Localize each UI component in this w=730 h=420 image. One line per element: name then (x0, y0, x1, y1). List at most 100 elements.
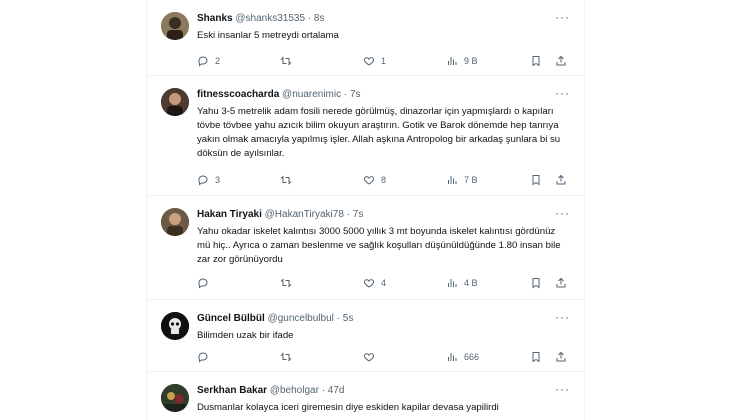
retweet-icon (280, 278, 292, 288)
author-name[interactable]: Shanks (197, 13, 233, 24)
bookmark-icon (532, 56, 540, 67)
views-button[interactable]: 666 (446, 349, 479, 365)
reply-icon (198, 175, 208, 186)
share-icon (556, 277, 566, 288)
tweet-header: Hakan Tiryaki @HakanTiryaki78 · 7s (197, 208, 363, 222)
author-name[interactable]: Hakan Tiryaki (197, 209, 262, 220)
reply-icon (198, 352, 208, 363)
like-button[interactable]: 1 (363, 53, 386, 69)
tweet-item[interactable]: fitnesscoacharda @nuarenimic · 7s ··· Ya… (147, 76, 584, 196)
views-icon (448, 57, 457, 65)
like-count: 4 (381, 278, 387, 288)
tweet-item[interactable]: Hakan Tiryaki @HakanTiryaki78 · 7s ··· Y… (147, 196, 584, 300)
tweet-header: fitnesscoacharda @nuarenimic · 7s (197, 88, 361, 102)
avatar[interactable] (161, 384, 189, 412)
views-count: 4 B (464, 278, 478, 288)
retweet-button[interactable] (280, 172, 298, 188)
avatar[interactable] (161, 12, 189, 40)
more-dots-icon[interactable]: ··· (555, 382, 570, 396)
tweet-time[interactable]: · 8s (308, 13, 325, 24)
reply-icon (198, 278, 208, 289)
share-icon (556, 174, 566, 185)
heart-icon (363, 279, 375, 288)
tweet-text: Bilimden uzak bir ifade (197, 330, 294, 341)
tweet-text: Yahu 3-5 metrelik adam fosili nerede gör… (197, 106, 561, 159)
share-button[interactable] (555, 275, 567, 291)
tweet-time[interactable]: · 7s (344, 89, 361, 100)
tweet-item[interactable]: Serkhan Bakar @beholgar · 47d ··· Dusman… (147, 372, 584, 420)
bookmark-button[interactable] (530, 275, 542, 291)
heart-icon (363, 176, 375, 185)
like-count: 8 (381, 175, 387, 185)
like-button[interactable] (363, 349, 381, 365)
tweet-time[interactable]: · 7s (347, 209, 364, 220)
tweet-text: Dusmanlar kolayca iceri giremesin diye e… (197, 402, 499, 413)
views-button[interactable]: 9 B (446, 53, 478, 69)
bookmark-icon (532, 175, 540, 186)
avatar[interactable] (161, 88, 189, 116)
views-icon (448, 279, 457, 287)
reply-count: 2 (215, 56, 221, 66)
more-dots-icon[interactable]: ··· (555, 310, 570, 324)
tweet-header: Shanks @shanks31535 · 8s (197, 12, 324, 26)
reply-button[interactable] (197, 275, 215, 291)
tweet-item[interactable]: Güncel Bülbül @guncelbulbul · 5s ··· Bil… (147, 300, 584, 372)
like-button[interactable]: 8 (363, 172, 386, 188)
author-handle[interactable]: @HakanTiryaki78 (265, 209, 344, 220)
views-icon (448, 176, 457, 184)
bookmark-button[interactable] (530, 53, 542, 69)
retweet-icon (280, 175, 292, 185)
like-count: 1 (381, 56, 387, 66)
more-dots-icon[interactable]: ··· (555, 10, 570, 24)
retweet-button[interactable] (280, 349, 298, 365)
views-button[interactable]: 4 B (446, 275, 478, 291)
avatar[interactable] (161, 312, 189, 340)
bookmark-button[interactable] (530, 172, 542, 188)
tweet-actions: 4 4 B (197, 275, 569, 291)
bookmark-icon (532, 352, 540, 363)
reply-button[interactable] (197, 349, 215, 365)
author-handle[interactable]: @nuarenimic (282, 89, 341, 100)
tweet-time[interactable]: · 5s (337, 313, 354, 324)
tweet-time[interactable]: · 47d (322, 385, 345, 396)
more-dots-icon[interactable]: ··· (555, 206, 570, 220)
tweet-text: Eski insanlar 5 metreydi ortalama (197, 30, 339, 41)
author-name[interactable]: Güncel Bülbül (197, 313, 265, 324)
tweet-header: Güncel Bülbül @guncelbulbul · 5s (197, 312, 353, 326)
views-count: 7 B (464, 175, 478, 185)
share-button[interactable] (555, 172, 567, 188)
retweet-button[interactable] (280, 275, 298, 291)
author-name[interactable]: Serkhan Bakar (197, 385, 267, 396)
tweet-text: Yahu okadar iskelet kalıntısı 3000 5000 … (197, 226, 561, 265)
author-name[interactable]: fitnesscoacharda (197, 89, 279, 100)
views-icon (448, 353, 457, 361)
tweet-actions: 666 (197, 349, 569, 365)
share-button[interactable] (555, 349, 567, 365)
share-icon (556, 55, 566, 66)
tweet-actions: 2 1 9 B (197, 53, 569, 69)
author-handle[interactable]: @shanks31535 (235, 13, 305, 24)
share-button[interactable] (555, 53, 567, 69)
avatar[interactable] (161, 208, 189, 236)
reply-button[interactable]: 3 (197, 172, 220, 188)
author-handle[interactable]: @guncelbulbul (268, 313, 334, 324)
reply-icon (198, 56, 208, 67)
author-handle[interactable]: @beholgar (270, 385, 319, 396)
tweet-item[interactable]: Shanks @shanks31535 · 8s ··· Eski insanl… (147, 0, 584, 76)
views-count: 666 (464, 352, 480, 362)
tweet-header: Serkhan Bakar @beholgar · 47d (197, 384, 344, 398)
views-button[interactable]: 7 B (446, 172, 478, 188)
reply-feed: Shanks @shanks31535 · 8s ··· Eski insanl… (146, 0, 585, 420)
heart-icon (363, 57, 375, 66)
reply-button[interactable]: 2 (197, 53, 220, 69)
views-count: 9 B (464, 56, 478, 66)
retweet-button[interactable] (280, 53, 298, 69)
like-button[interactable]: 4 (363, 275, 386, 291)
bookmark-button[interactable] (530, 349, 542, 365)
retweet-icon (280, 352, 292, 362)
retweet-icon (280, 56, 292, 66)
more-dots-icon[interactable]: ··· (555, 86, 570, 100)
reply-count: 3 (215, 175, 221, 185)
bookmark-icon (532, 278, 540, 289)
share-icon (556, 351, 566, 362)
